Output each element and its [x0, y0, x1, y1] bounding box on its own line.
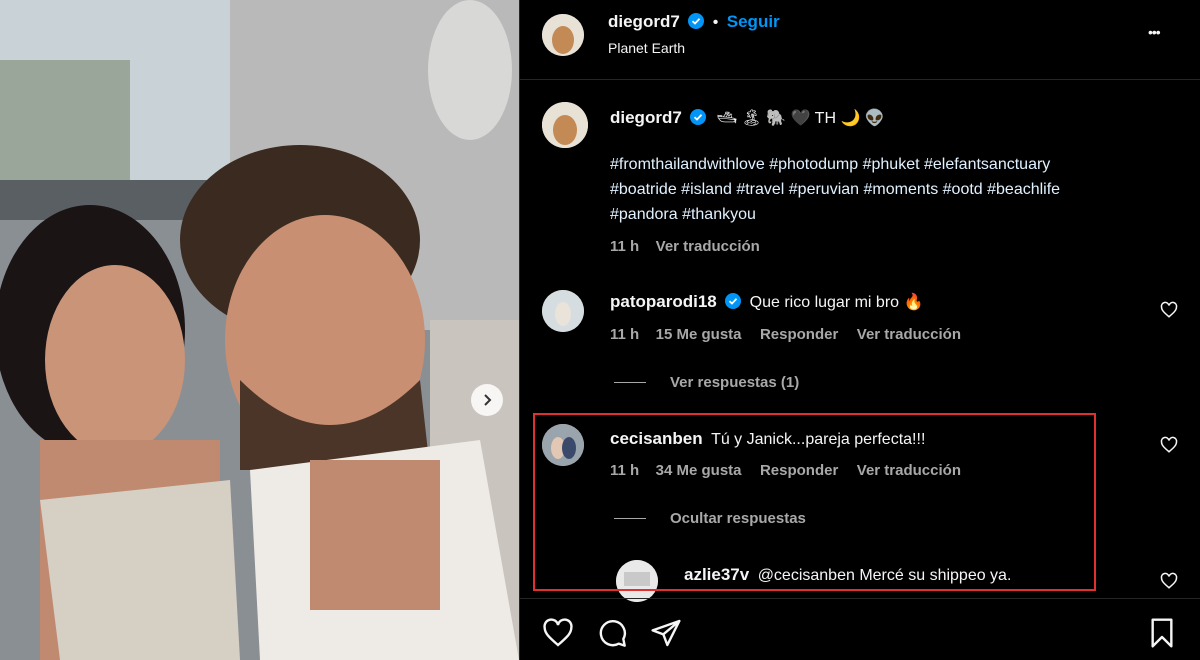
share-icon[interactable] — [650, 617, 682, 649]
verified-badge-icon — [690, 109, 707, 125]
verified-badge-icon — [688, 13, 705, 29]
post-location[interactable]: Planet Earth — [608, 40, 685, 56]
caption-emojis: 🛥 🏝 🐘 🖤 TH 🌙 👽 — [716, 110, 885, 127]
comment-icon[interactable] — [596, 617, 628, 649]
caption-time[interactable]: 11 h — [610, 238, 639, 255]
caption-avatar[interactable] — [542, 102, 588, 148]
highlight-box — [533, 413, 1096, 591]
next-photo-button[interactable] — [471, 384, 503, 416]
heart-icon[interactable] — [542, 617, 574, 649]
commenter-avatar[interactable] — [542, 290, 584, 332]
comment-time[interactable]: 11 h — [610, 326, 639, 343]
verified-badge-icon — [725, 293, 742, 309]
heart-icon[interactable] — [1160, 301, 1178, 319]
comment-username[interactable]: patoparodi18 — [610, 292, 717, 311]
replies-line — [614, 382, 646, 383]
author-username[interactable]: diegord7 — [608, 12, 680, 31]
heart-icon[interactable] — [1160, 572, 1178, 590]
caption-line-3: #pandora #thankyou — [610, 206, 756, 223]
comment-translate-link[interactable]: Ver traducción — [857, 326, 961, 343]
author-avatar[interactable] — [542, 14, 584, 56]
chevron-right-icon — [484, 394, 492, 406]
bookmark-icon[interactable] — [1146, 617, 1178, 649]
view-replies-button[interactable]: Ver respuestas (1) — [670, 374, 799, 391]
action-bar — [520, 598, 1200, 660]
comment-likes[interactable]: 15 Me gusta — [656, 326, 742, 343]
heart-icon[interactable] — [1160, 436, 1178, 454]
separator-dot: • — [712, 14, 719, 31]
caption-username[interactable]: diegord7 — [610, 108, 682, 127]
caption-line-1: #fromthailandwithlove #photodump #phuket… — [610, 156, 1051, 173]
caption-translate-link[interactable]: Ver traducción — [656, 238, 760, 255]
comment-text: Que rico lugar mi bro 🔥 — [749, 294, 924, 311]
post-photo — [0, 0, 519, 660]
more-options-button[interactable]: ••• — [1148, 24, 1161, 40]
caption-line-2: #boatride #island #travel #peruvian #mom… — [610, 181, 1061, 198]
post-header: diegord7 • Seguir Planet Earth ••• — [520, 0, 1200, 80]
follow-button[interactable]: Seguir — [727, 12, 780, 31]
comment-reply-button[interactable]: Responder — [760, 326, 838, 343]
